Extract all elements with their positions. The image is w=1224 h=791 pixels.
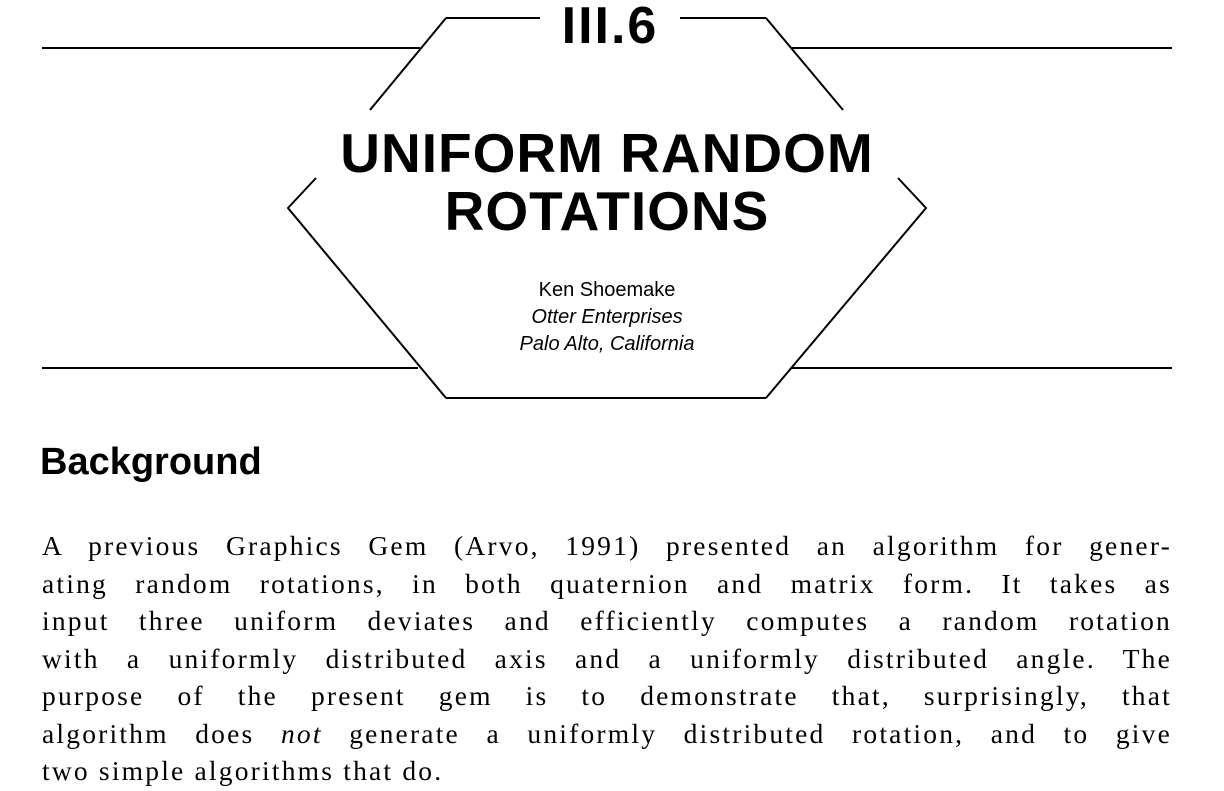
chapter-title: UNIFORM RANDOM ROTATIONS (300, 124, 914, 240)
line-6-start: algorithm does (42, 717, 281, 749)
paragraph-last-line: two simple algorithms that do. (42, 755, 444, 786)
paragraph-line: purpose of the present gem is to demonst… (42, 680, 1172, 711)
paragraph-line: A previous Graphics Gem (Arvo, 1991) pre… (42, 530, 1172, 561)
author-affiliation: Otter Enterprises (531, 306, 683, 328)
body-paragraph: A previous Graphics Gem (Arvo, 1991) pre… (42, 527, 1172, 790)
hexagon-upper-right-diagonal (765, 17, 844, 111)
author-location: Palo Alto, California (519, 333, 695, 355)
paragraph-line: input three uniform deviates and efficie… (42, 605, 1172, 636)
chapter-title-line-2: ROTATIONS (444, 180, 770, 242)
paragraph-line: ating random rotations, in both quaterni… (42, 567, 1172, 599)
emphasis-not: not (280, 717, 323, 749)
chapter-number: III.6 (540, 0, 680, 56)
section-heading: Background (40, 441, 262, 483)
paragraph-line-emphasis: algorithm does not generate a uniformly … (42, 715, 1172, 753)
chapter-title-line-1: UNIFORM RANDOM (340, 122, 874, 184)
paragraph-line: with a uniformly distributed axis and a … (42, 642, 1172, 674)
line-6-end: generate a uniformly distributed rotatio… (322, 717, 1172, 749)
hexagon-upper-left-diagonal (369, 17, 447, 111)
author-name: Ken Shoemake (538, 279, 676, 301)
author-block: Ken Shoemake Otter Enterprises Palo Alto… (400, 277, 814, 358)
